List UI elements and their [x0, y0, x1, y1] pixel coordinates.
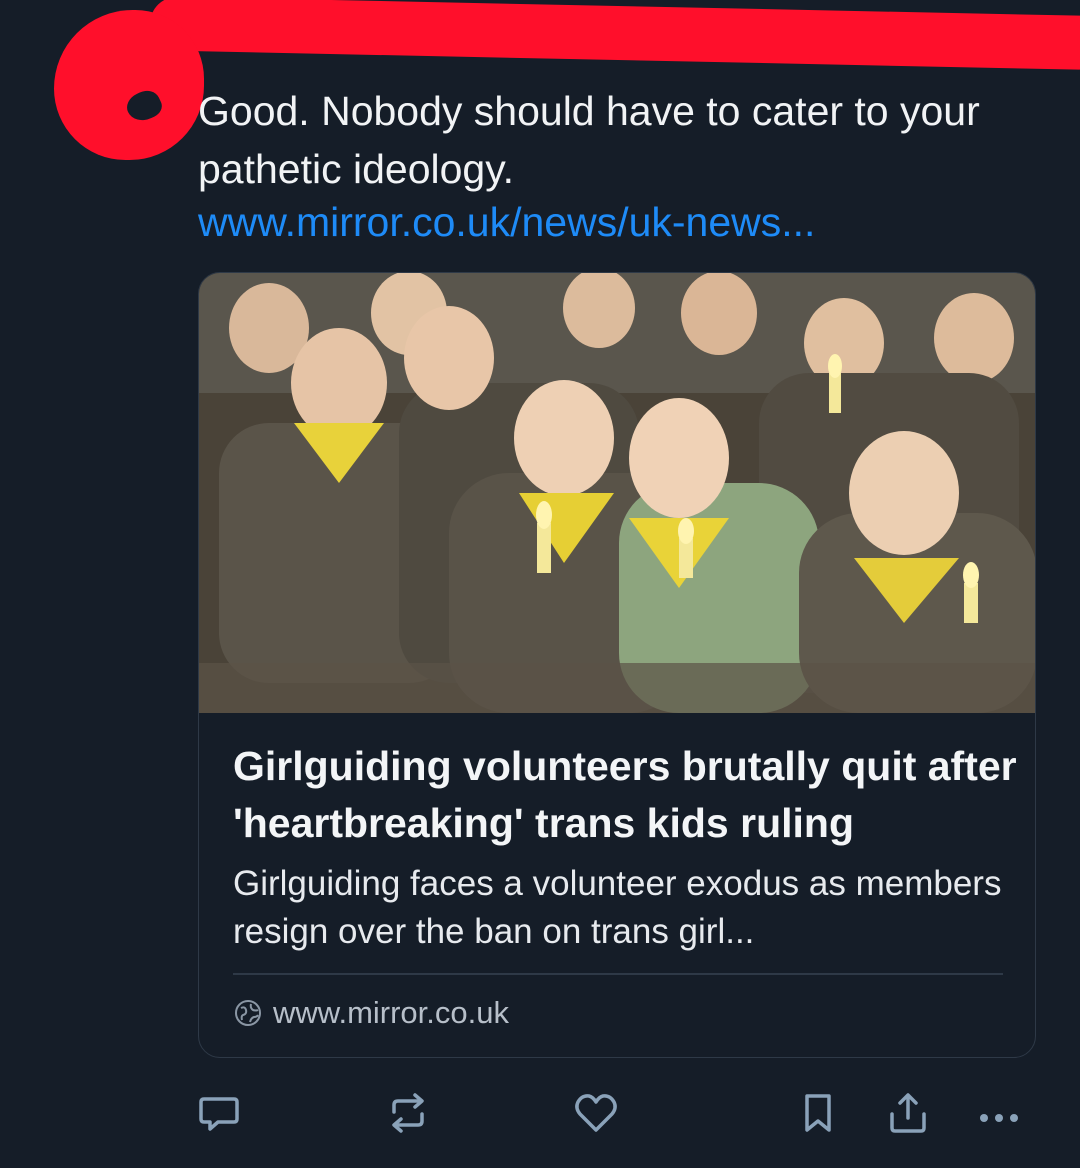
heart-icon [575, 1094, 617, 1132]
card-domain: www.mirror.co.uk [273, 995, 509, 1030]
post-text: Good. Nobody should have to cater to you… [198, 88, 980, 192]
card-title: Girlguiding volunteers brutally quit aft… [233, 743, 1017, 846]
more-icon [980, 1114, 1018, 1122]
card-description: Girlguiding faces a volunteer exodus as … [233, 864, 1002, 951]
card-image[interactable] [199, 273, 1036, 713]
like-button[interactable] [570, 1085, 622, 1141]
reply-button[interactable] [193, 1085, 245, 1141]
globe-icon [235, 1000, 261, 1026]
post-link[interactable]: www.mirror.co.uk/news/uk-news... [198, 195, 815, 249]
bookmark-button[interactable] [792, 1085, 844, 1141]
card-divider [233, 973, 1003, 975]
card-source: www.mirror.co.uk [233, 995, 509, 1031]
bookmark-icon [805, 1094, 831, 1132]
share-icon [890, 1093, 926, 1133]
reply-icon [199, 1097, 239, 1131]
action-bar [0, 1085, 1080, 1145]
repost-button[interactable] [382, 1085, 434, 1141]
more-options-button[interactable] [973, 1085, 1025, 1141]
share-button[interactable] [882, 1085, 934, 1141]
link-preview-card[interactable]: Girlguiding volunteers brutally quit aft… [198, 272, 1036, 1058]
repost-icon [392, 1093, 424, 1133]
